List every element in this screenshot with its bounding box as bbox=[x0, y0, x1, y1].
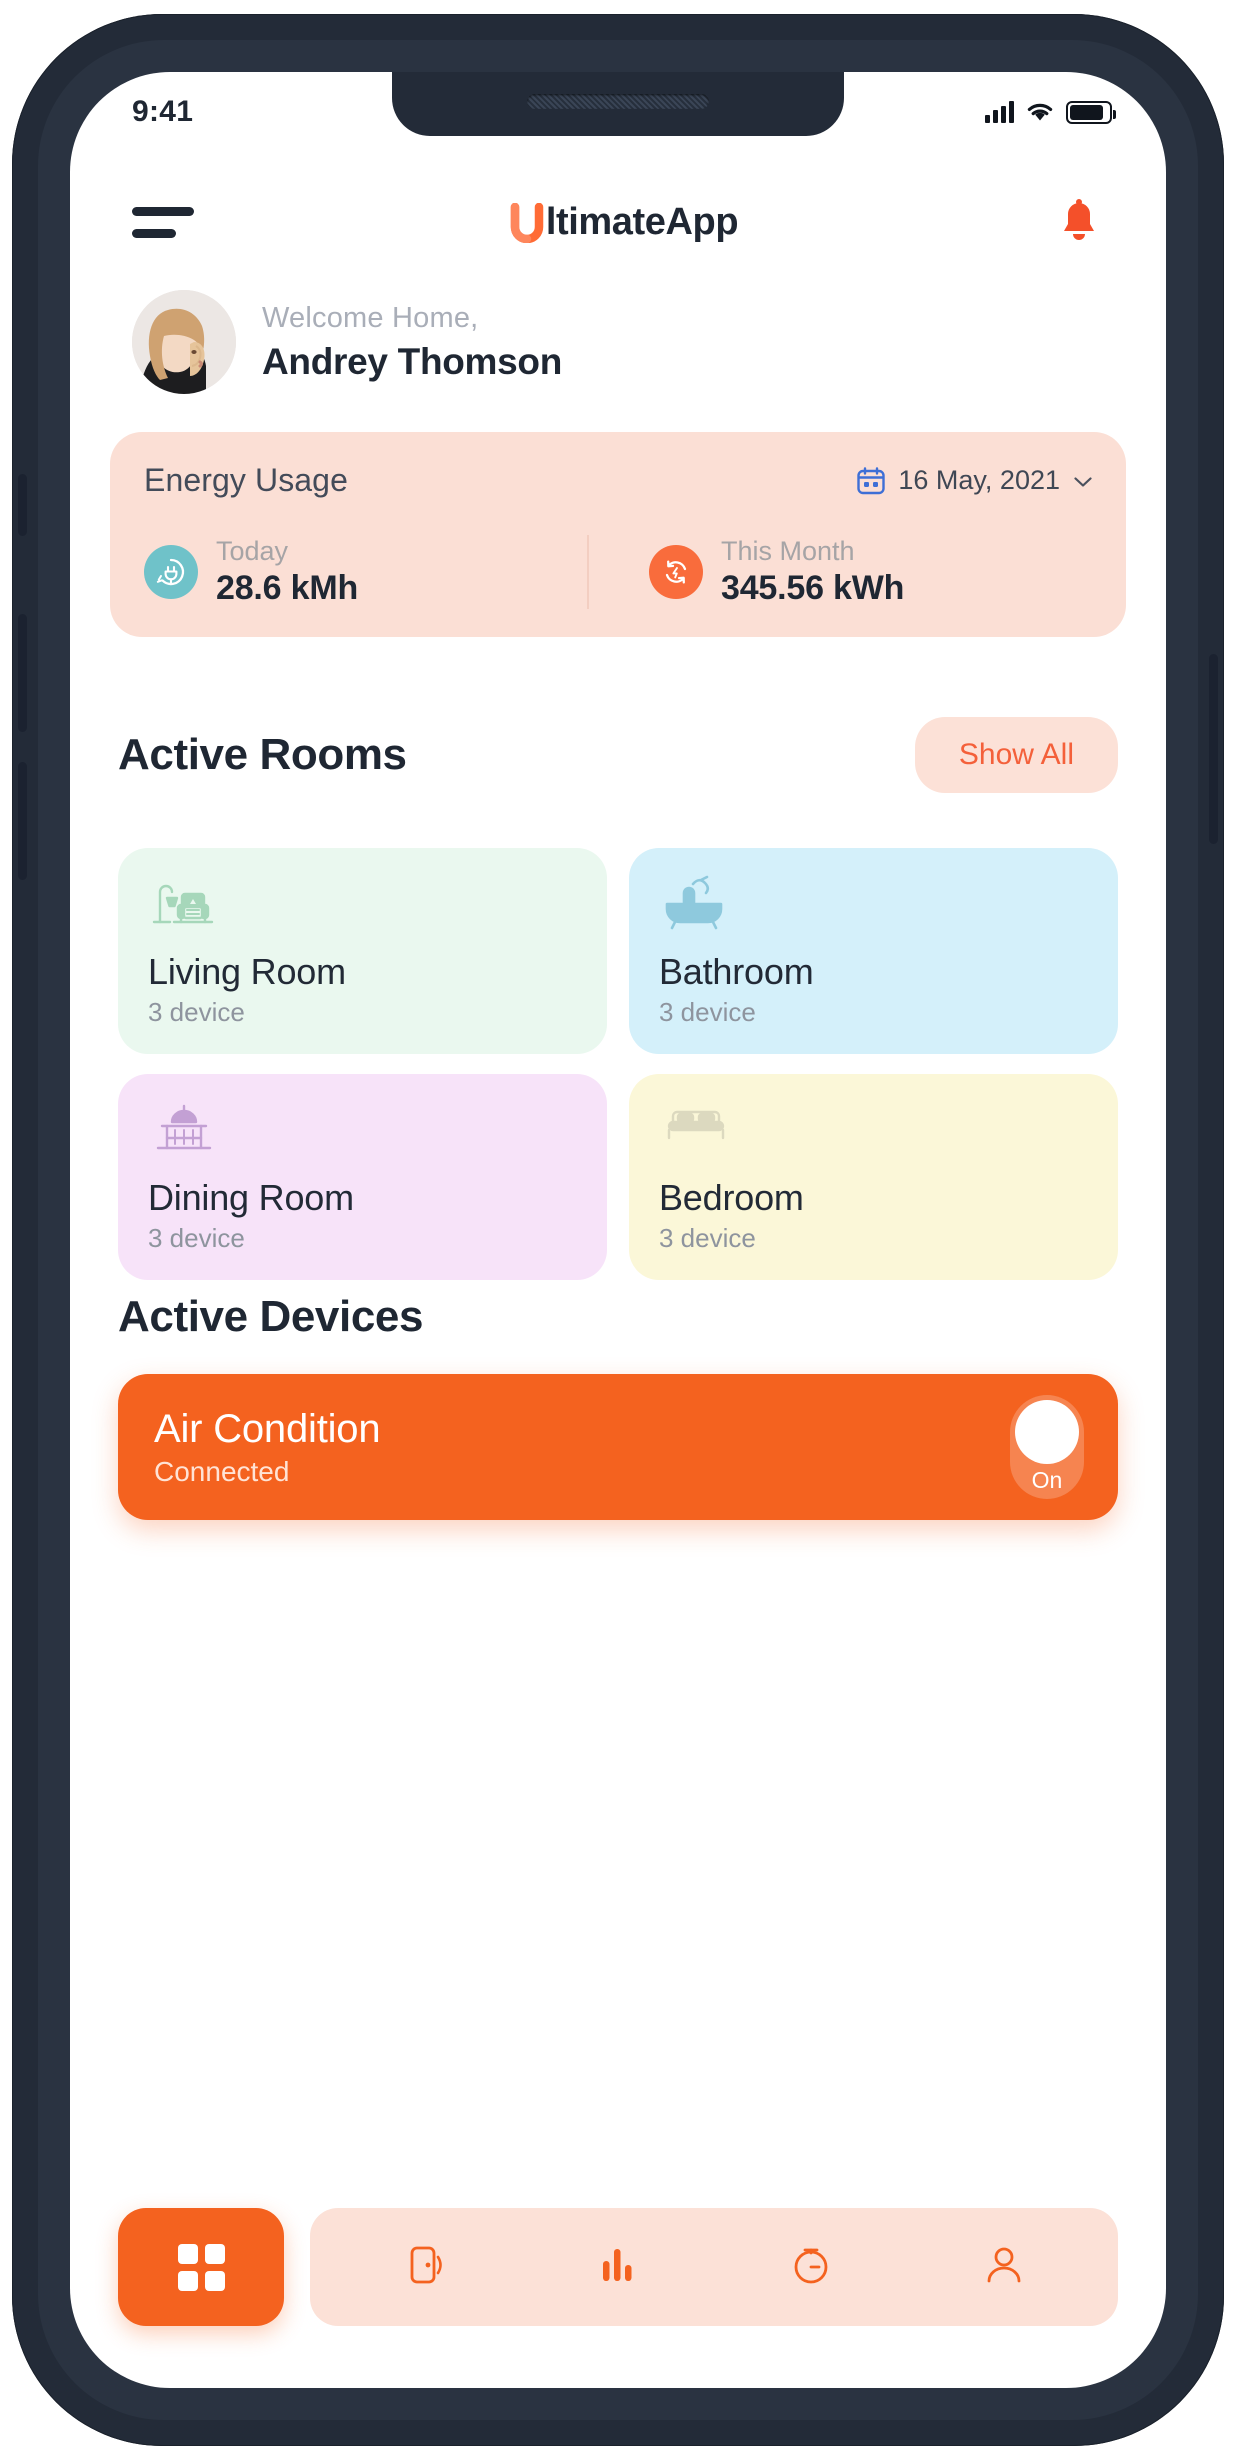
room-device-count: 3 device bbox=[659, 997, 756, 1027]
active-devices-header: Active Devices bbox=[118, 1292, 1118, 1342]
active-devices-title: Active Devices bbox=[118, 1292, 424, 1341]
app-header: ltimateApp bbox=[70, 180, 1166, 264]
active-rooms-grid: Living Room 3 device Bathroom 3 device D… bbox=[118, 848, 1118, 1280]
room-card-living-room[interactable]: Living Room 3 device bbox=[118, 848, 607, 1054]
energy-usage-title: Energy Usage bbox=[144, 462, 348, 498]
energy-stat-today-text: Today 28.6 kMh bbox=[216, 536, 358, 608]
person-icon bbox=[983, 2243, 1025, 2292]
refresh-cycle-icon bbox=[649, 545, 703, 599]
toggle-state-label: On bbox=[1031, 1467, 1063, 1493]
power-button[interactable] bbox=[1209, 654, 1218, 844]
status-bar-icons bbox=[985, 100, 1116, 124]
room-device-count: 3 device bbox=[148, 1223, 245, 1253]
active-rooms-title: Active Rooms bbox=[118, 730, 407, 779]
energy-date-value: 16 May, 2021 bbox=[898, 465, 1060, 495]
grid-dashboard-icon bbox=[177, 2243, 225, 2291]
wifi-icon bbox=[1026, 101, 1054, 123]
nav-item-stats[interactable] bbox=[583, 2232, 653, 2302]
energy-stat-label: Today bbox=[216, 536, 289, 566]
cellular-signal-icon bbox=[985, 101, 1014, 123]
energy-stat-month-text: This Month 345.56 kWh bbox=[721, 536, 904, 608]
energy-stats-row: Today 28.6 kMh This Month 345.56 kWh bbox=[144, 535, 1092, 609]
device-card-text: Air Condition Connected bbox=[154, 1406, 381, 1488]
energy-stat-value: 28.6 kMh bbox=[216, 569, 359, 607]
dining-table-icon bbox=[148, 1100, 577, 1158]
nav-item-devices[interactable] bbox=[390, 2232, 460, 2302]
bed-icon bbox=[659, 1100, 1088, 1158]
toggle-knob bbox=[1015, 1400, 1079, 1464]
show-all-button[interactable]: Show All bbox=[914, 717, 1118, 793]
brand-u-mark-icon bbox=[510, 203, 544, 243]
room-card-body: Bedroom 3 device bbox=[659, 1177, 1088, 1254]
phone-frame: 9:41 ltimateApp Welcome Home, Andrey Tho… bbox=[12, 14, 1224, 2446]
room-card-body: Living Room 3 device bbox=[148, 951, 577, 1028]
welcome-block: Welcome Home, Andrey Thomson bbox=[132, 290, 1104, 394]
room-device-count: 3 device bbox=[659, 1223, 756, 1253]
nav-item-timer[interactable] bbox=[776, 2232, 846, 2302]
energy-card-header: Energy Usage 16 May, 2021 bbox=[144, 462, 1092, 499]
welcome-user-name: Andrey Thomson bbox=[262, 340, 563, 382]
volume-down-button[interactable] bbox=[18, 762, 27, 880]
room-card-dining-room[interactable]: Dining Room 3 device bbox=[118, 1074, 607, 1280]
room-device-count: 3 device bbox=[148, 997, 245, 1027]
battery-icon bbox=[1066, 100, 1116, 124]
app-brand: ltimateApp bbox=[510, 200, 739, 244]
bell-icon[interactable] bbox=[1054, 196, 1104, 248]
chevron-down-icon bbox=[1074, 475, 1092, 487]
room-card-bathroom[interactable]: Bathroom 3 device bbox=[629, 848, 1118, 1054]
volume-up-button[interactable] bbox=[18, 614, 27, 732]
room-card-bedroom[interactable]: Bedroom 3 device bbox=[629, 1074, 1118, 1280]
device-status: Connected bbox=[154, 1455, 290, 1487]
energy-stat-month: This Month 345.56 kWh bbox=[589, 536, 1092, 608]
plug-energy-icon bbox=[144, 545, 198, 599]
bathtub-icon bbox=[659, 874, 1088, 932]
bottom-nav-pill bbox=[310, 2208, 1118, 2326]
bottom-navigation bbox=[118, 2208, 1118, 2326]
device-card-air-condition[interactable]: Air Condition Connected On bbox=[118, 1374, 1118, 1520]
welcome-text: Welcome Home, Andrey Thomson bbox=[262, 302, 562, 383]
energy-date-selector[interactable]: 16 May, 2021 bbox=[856, 465, 1092, 496]
screenshot-root: 9:41 ltimateApp Welcome Home, Andrey Tho… bbox=[0, 0, 1236, 2456]
bar-chart-icon bbox=[597, 2243, 639, 2292]
room-card-body: Bathroom 3 device bbox=[659, 951, 1088, 1028]
welcome-greeting: Welcome Home, bbox=[262, 301, 479, 334]
room-name: Living Room bbox=[148, 951, 346, 992]
floor-lamp-armchair-icon bbox=[148, 874, 577, 932]
stopwatch-icon bbox=[789, 2243, 833, 2292]
energy-stat-label: This Month bbox=[721, 536, 855, 566]
app-brand-name: ltimateApp bbox=[545, 200, 739, 243]
room-name: Bedroom bbox=[659, 1177, 804, 1218]
mute-switch[interactable] bbox=[18, 474, 27, 536]
room-name: Bathroom bbox=[659, 951, 814, 992]
phone-screen: 9:41 ltimateApp Welcome Home, Andrey Tho… bbox=[70, 72, 1166, 2388]
device-power-toggle[interactable]: On bbox=[1010, 1395, 1084, 1499]
room-card-body: Dining Room 3 device bbox=[148, 1177, 577, 1254]
door-device-icon bbox=[404, 2243, 446, 2292]
status-bar: 9:41 bbox=[70, 72, 1166, 136]
device-name: Air Condition bbox=[154, 1406, 381, 1451]
nav-item-profile[interactable] bbox=[969, 2232, 1039, 2302]
nav-item-dashboard[interactable] bbox=[118, 2208, 284, 2326]
user-avatar[interactable] bbox=[132, 290, 236, 394]
energy-stat-today: Today 28.6 kMh bbox=[144, 536, 587, 608]
room-name: Dining Room bbox=[148, 1177, 354, 1218]
hamburger-menu-icon[interactable] bbox=[132, 206, 194, 238]
energy-usage-card: Energy Usage 16 May, 2021 Today 28.6 kMh… bbox=[110, 432, 1126, 637]
status-bar-time: 9:41 bbox=[132, 95, 194, 128]
active-rooms-header: Active Rooms Show All bbox=[118, 717, 1118, 793]
calendar-icon bbox=[856, 466, 886, 496]
energy-stat-value: 345.56 kWh bbox=[721, 569, 905, 607]
